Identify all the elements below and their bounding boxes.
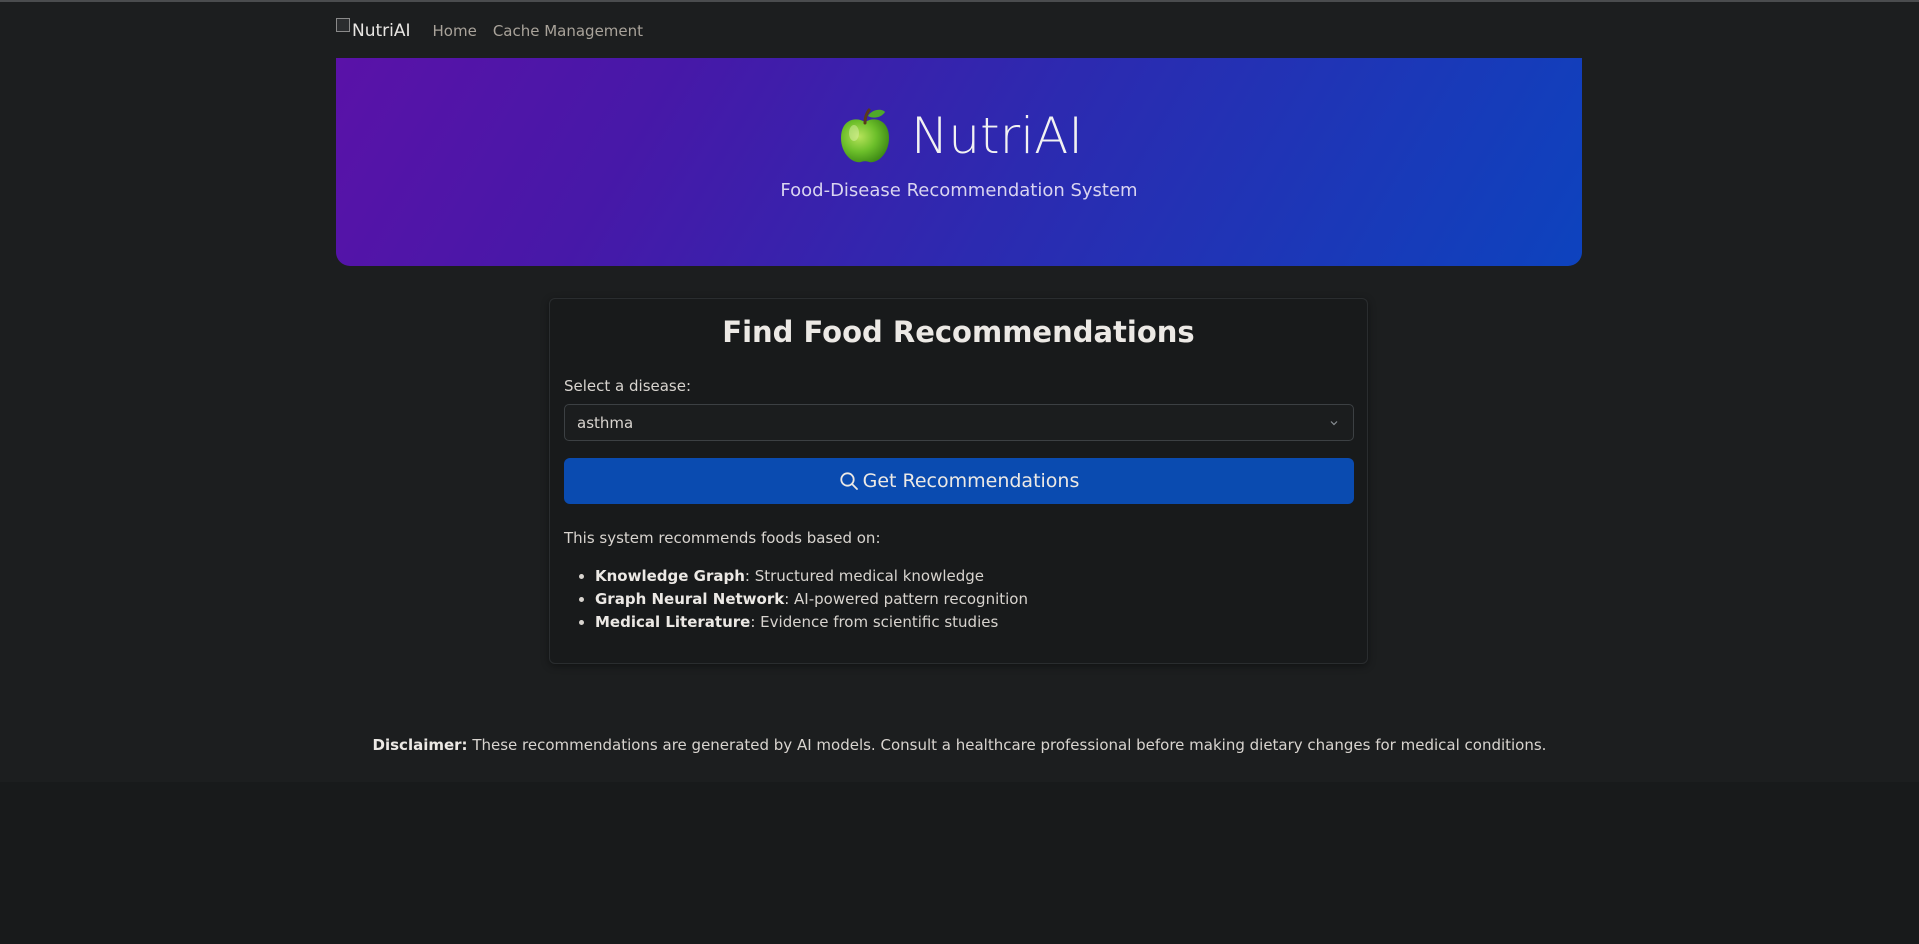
broken-image-icon — [336, 18, 350, 32]
hero-title: NutriAI — [910, 107, 1084, 165]
nav-link-home[interactable]: Home — [433, 22, 477, 40]
disclaimer: Disclaimer: These recommendations are ge… — [0, 736, 1919, 754]
source-desc: : Evidence from scientific studies — [750, 613, 999, 631]
disease-select[interactable]: asthma — [564, 404, 1354, 441]
list-item: Graph Neural Network: AI-powered pattern… — [595, 588, 1028, 611]
hero-subtitle: Food-Disease Recommendation System — [780, 180, 1138, 201]
sources-list: Knowledge Graph: Structured medical know… — [564, 565, 1028, 634]
page-below-fold — [0, 782, 1919, 944]
info-text: This system recommends foods based on: — [564, 529, 881, 547]
brand-alt-text: NutriAI — [352, 21, 411, 41]
chevron-down-icon — [1330, 421, 1338, 426]
source-desc: : Structured medical knowledge — [744, 567, 985, 585]
source-name: Medical Literature — [595, 613, 751, 631]
navbar: NutriAI Home Cache Management — [336, 14, 659, 48]
disease-select-label: Select a disease: — [564, 377, 692, 395]
nav-link-cache-management[interactable]: Cache Management — [493, 22, 643, 40]
disclaimer-label: Disclaimer: — [372, 736, 468, 754]
source-desc: : AI-powered pattern recognition — [784, 590, 1028, 608]
hero-banner: NutriAI Food-Disease Recommendation Syst… — [336, 58, 1582, 266]
search-icon — [840, 472, 858, 490]
list-item: Medical Literature: Evidence from scient… — [595, 611, 1028, 634]
get-recommendations-button[interactable]: Get Recommendations — [564, 458, 1354, 504]
green-apple-icon — [840, 108, 889, 163]
disclaimer-text: These recommendations are generated by A… — [467, 736, 1547, 754]
disease-select-value: asthma — [577, 413, 634, 432]
source-name: Graph Neural Network — [595, 590, 785, 608]
list-item: Knowledge Graph: Structured medical know… — [595, 565, 1028, 588]
source-name: Knowledge Graph — [595, 567, 745, 585]
hero-title-row: NutriAI — [336, 106, 1582, 166]
get-recommendations-label: Get Recommendations — [862, 470, 1080, 492]
brand-logo[interactable]: NutriAI — [336, 18, 411, 41]
card-title: Find Food Recommendations — [722, 315, 1195, 349]
recommendation-card: Find Food Recommendations Select a disea… — [549, 298, 1368, 664]
